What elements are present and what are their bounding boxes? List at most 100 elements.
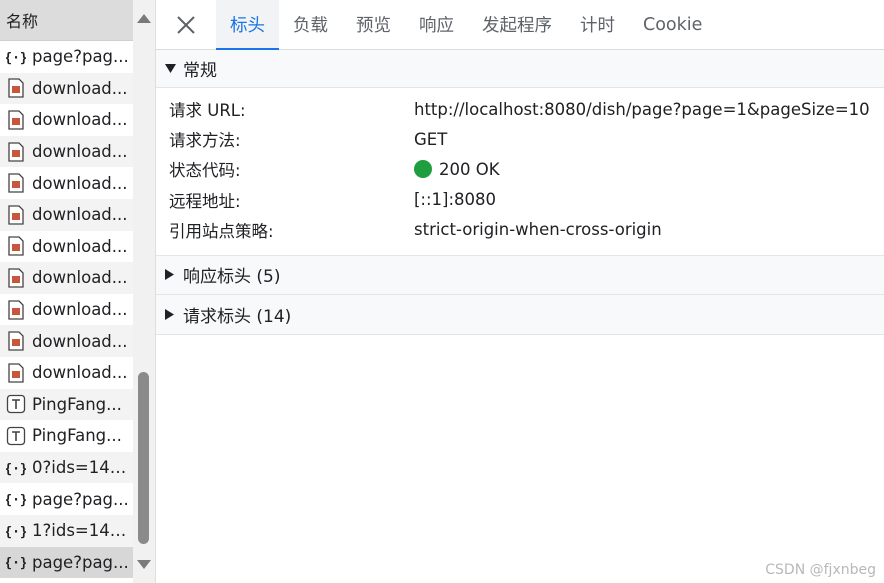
font-file-icon <box>6 426 26 446</box>
request-row[interactable]: {·} 0?ids=141... <box>0 451 133 484</box>
svg-text:{·}: {·} <box>6 493 26 508</box>
json-icon: {·} <box>6 47 26 67</box>
tab-headers[interactable]: 标头 <box>216 0 279 50</box>
details-tabbar: 标头 负载 预览 响应 发起程序 计时 Cookie <box>156 0 884 50</box>
request-rows: {·} page?pag... download... download... down… <box>0 41 133 579</box>
request-url-row: 请求 URL: http://localhost:8080/dish/page?… <box>156 94 884 124</box>
svg-text:{·}: {·} <box>6 462 26 477</box>
request-name: download... <box>32 110 128 130</box>
request-name: download... <box>32 236 128 256</box>
referrer-policy-value: strict-origin-when-cross-origin <box>414 220 662 240</box>
tab-cookies[interactable]: Cookie <box>629 0 716 49</box>
request-name: download... <box>32 300 128 320</box>
request-row[interactable]: PingFang... <box>0 420 133 452</box>
request-headers-title: 请求标头 (14) <box>183 306 292 327</box>
close-icon <box>177 15 195 34</box>
request-row[interactable]: download... <box>0 135 133 168</box>
request-row[interactable]: download... <box>0 72 133 105</box>
request-name: 1?ids=141... <box>32 521 133 541</box>
image-file-icon <box>6 141 26 162</box>
json-icon: {·} <box>6 521 26 541</box>
status-code-row: 状态代码: 200 OK <box>156 154 884 184</box>
request-list: 名称 {·} page?pag... download... download... d… <box>0 0 133 583</box>
image-file-icon <box>6 78 26 99</box>
name-column-label: 名称 <box>6 12 39 31</box>
close-details-button[interactable] <box>156 0 216 49</box>
image-file-icon <box>6 173 26 193</box>
request-row[interactable]: download... <box>0 325 133 357</box>
image-file-icon <box>6 363 26 383</box>
request-row[interactable]: {·} page?pag... <box>0 483 133 515</box>
request-row[interactable]: download... <box>0 294 133 326</box>
svg-text:{·}: {·} <box>6 525 26 540</box>
tab-payload[interactable]: 负载 <box>279 0 342 49</box>
remote-address-row: 远程地址: [::1]:8080 <box>156 185 884 215</box>
image-file-icon <box>6 299 26 320</box>
name-column-header[interactable]: 名称 <box>0 0 133 41</box>
image-file-icon <box>6 205 26 225</box>
triangle-right-icon <box>165 269 179 281</box>
request-name: download... <box>32 268 128 288</box>
svg-text:{·}: {·} <box>6 51 26 66</box>
request-row[interactable]: {·} page?pag... <box>0 41 133 73</box>
referrer-policy-label: 引用站点策略: <box>169 221 274 241</box>
request-name: PingFang... <box>32 426 122 446</box>
remote-address-label: 远程地址: <box>169 191 241 211</box>
status-ok-dot-icon <box>414 160 432 179</box>
request-name: download... <box>32 78 128 98</box>
tab-response[interactable]: 响应 <box>405 0 468 49</box>
request-method-row: 请求方法: GET <box>156 124 884 154</box>
request-method-label: 请求方法: <box>169 131 241 151</box>
request-name: download... <box>32 363 128 383</box>
request-row[interactable]: download... <box>0 357 133 389</box>
tab-preview[interactable]: 预览 <box>342 0 405 49</box>
tab-timing[interactable]: 计时 <box>566 0 629 49</box>
tab-initiator[interactable]: 发起程序 <box>468 0 566 49</box>
image-file-icon <box>6 331 26 351</box>
json-icon: {·} <box>6 552 26 572</box>
json-icon: {·} <box>6 489 26 509</box>
triangle-right-icon <box>165 308 179 320</box>
image-file-icon <box>6 268 26 288</box>
request-row[interactable]: {·} page?pag... <box>0 546 133 579</box>
watermark: CSDN @fjxnbeg <box>765 562 876 578</box>
request-headers-section-header[interactable]: 请求标头 (14) <box>156 294 884 335</box>
request-row[interactable]: download... <box>0 198 133 231</box>
remote-address-value: [::1]:8080 <box>414 190 497 210</box>
response-headers-section-header[interactable]: 响应标头 (5) <box>156 254 884 295</box>
request-name: page?pag... <box>32 552 129 572</box>
request-name: download... <box>32 331 128 351</box>
request-method-value: GET <box>414 129 448 149</box>
general-section-title: 常规 <box>183 61 217 81</box>
response-headers-title: 响应标头 (5) <box>183 267 281 288</box>
status-code-label: 状态代码: <box>169 161 241 181</box>
font-file-icon <box>6 394 26 414</box>
image-file-icon <box>6 110 26 130</box>
general-section-header[interactable]: 常规 <box>156 50 884 88</box>
request-row[interactable]: PingFang... <box>0 388 133 421</box>
request-name: download... <box>32 205 128 225</box>
request-list-scrollbar[interactable] <box>133 0 156 583</box>
request-url-value: http://localhost:8080/dish/page?page=1&p… <box>414 99 870 119</box>
request-row[interactable]: {·} 1?ids=141... <box>0 514 133 547</box>
request-name: page?pag... <box>32 489 129 509</box>
json-icon: {·} <box>6 458 26 478</box>
request-details-panel: 标头 负载 预览 响应 发起程序 计时 Cookie 常规 请求 URL: ht… <box>156 0 884 583</box>
request-url-label: 请求 URL: <box>169 101 246 121</box>
status-code-value: 200 OK <box>439 159 500 179</box>
request-name: 0?ids=141... <box>32 458 133 478</box>
svg-text:{·}: {·} <box>6 556 26 571</box>
image-file-icon <box>6 236 26 257</box>
request-row[interactable]: download... <box>0 231 133 263</box>
request-name: PingFang... <box>32 394 122 414</box>
status-code-value-wrap: 200 OK <box>414 160 500 179</box>
triangle-down-icon <box>165 64 179 73</box>
request-row[interactable]: download... <box>0 167 133 199</box>
request-row[interactable]: download... <box>0 262 133 294</box>
scroll-down-arrow-icon[interactable] <box>137 560 151 569</box>
scroll-up-arrow-icon[interactable] <box>137 14 151 23</box>
request-name: download... <box>32 173 128 193</box>
scroll-thumb[interactable] <box>138 372 149 544</box>
referrer-policy-row: 引用站点策略: strict-origin-when-cross-origin <box>156 215 884 245</box>
request-row[interactable]: download... <box>0 104 133 136</box>
